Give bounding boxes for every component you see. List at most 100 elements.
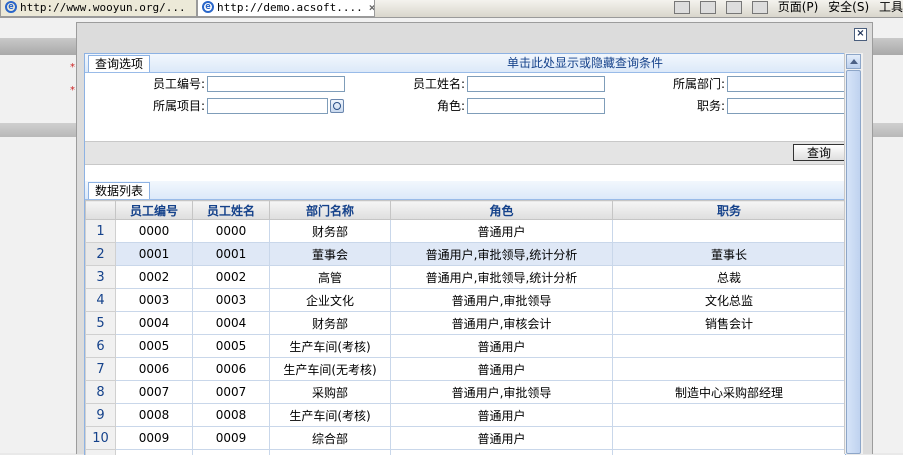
print-icon[interactable] [752,1,768,14]
role-cell: 普通用户 [391,335,613,358]
position-input[interactable] [727,98,846,114]
role-cell: 普通用户,审批领导,统计分析 [391,266,613,289]
department-cell: 生产车间(无考核) [270,358,391,381]
browser-tab-acsoft[interactable]: ehttp://demo.acsoft....× [197,0,375,17]
role-cell: 普通用户,审核会计 [391,312,613,335]
employee-name-cell: 0004 [193,312,270,335]
position-cell: 制造中心采购部经理 [613,381,846,404]
table-row[interactable]: 1100100010安防事业技术部普通用户 [86,450,846,455]
role-cell: 普通用户,审批领导 [391,381,613,404]
dialog-close-button[interactable]: × [854,28,867,41]
table-row[interactable]: 800070007采购部普通用户,审批领导制造中心采购部经理 [86,381,846,404]
project-label: 所属项目: [105,98,205,114]
department-cell: 生产车间(考核) [270,335,391,358]
position-cell [613,335,846,358]
role-cell: 普通用户 [391,450,613,455]
close-tab-icon[interactable]: × [369,0,375,16]
browser-tab-wooyun[interactable]: ehttp://www.wooyun.org/... [0,0,197,17]
position-cell: 总裁 [613,266,846,289]
table-row[interactable]: 1000090009综合部普通用户 [86,427,846,450]
employee-name-cell: 0001 [193,243,270,266]
employee-id-cell: 0003 [116,289,193,312]
scroll-up-arrow-icon[interactable] [846,54,861,69]
tab-title: http://www.wooyun.org/... [20,1,186,14]
home-icon[interactable] [674,1,690,14]
query-options-tab[interactable]: 查询选项 [88,55,150,72]
department-cell: 董事会 [270,243,391,266]
tools-menu[interactable]: 工具 [879,0,903,14]
employee-grid: 员工编号员工姓名部门名称角色职务 100000000财务部普通用户2000100… [85,200,846,455]
position-cell: 文化总监 [613,289,846,312]
employee-id-cell: 0009 [116,427,193,450]
position-cell [613,427,846,450]
employee-name-cell: 0010 [193,450,270,455]
tab-title: http://demo.acsoft.... [217,1,363,14]
browser-tab-strip: ehttp://www.wooyun.org/... e http://demo.… [0,0,903,18]
background-marker: * [70,85,75,96]
row-number: 10 [86,427,116,450]
employee-id-label: 员工编号: [105,76,205,92]
dialog-content: 查询选项 单击此处显示或隐藏查询条件 员工编号: 员工姓名: 所属部门: 所属项… [84,53,846,455]
table-row[interactable]: 400030003企业文化普通用户,审批领导文化总监 [86,289,846,312]
row-number: 3 [86,266,116,289]
role-cell: 普通用户 [391,220,613,243]
table-row[interactable]: 500040004财务部普通用户,审核会计销售会计 [86,312,846,335]
department-cell: 安防事业技术部 [270,450,391,455]
table-row[interactable]: 100000000财务部普通用户 [86,220,846,243]
data-panel-header: 数据列表 [85,181,845,200]
table-row[interactable]: 600050005生产车间(考核)普通用户 [86,335,846,358]
row-number: 9 [86,404,116,427]
role-cell: 普通用户,审批领导 [391,289,613,312]
department-header[interactable]: 部门名称 [270,201,391,220]
project-input[interactable] [207,98,328,114]
employee-id-header[interactable]: 员工编号 [116,201,193,220]
project-lookup-icon[interactable] [330,99,344,113]
position-cell [613,450,846,455]
role-input[interactable] [467,98,605,114]
employee-id-cell: 0000 [116,220,193,243]
employee-id-cell: 0006 [116,358,193,381]
position-cell: 董事长 [613,243,846,266]
table-row[interactable]: 900080008生产车间(考核)普通用户 [86,404,846,427]
employee-id-cell: 0005 [116,335,193,358]
employee-name-header[interactable]: 员工姓名 [193,201,270,220]
position-cell [613,220,846,243]
employee-id-input[interactable] [207,76,345,92]
position-cell: 销售会计 [613,312,846,335]
department-input[interactable] [727,76,846,92]
data-list-tab[interactable]: 数据列表 [88,182,150,199]
feeds-icon[interactable] [700,1,716,14]
row-number: 4 [86,289,116,312]
vertical-scrollbar[interactable] [844,53,863,454]
row-number: 2 [86,243,116,266]
position-header[interactable]: 职务 [613,201,846,220]
table-row[interactable]: 700060006生产车间(无考核)普通用户 [86,358,846,381]
position-cell [613,358,846,381]
employee-name-cell: 0008 [193,404,270,427]
department-cell: 综合部 [270,427,391,450]
table-row[interactable]: 200010001董事会普通用户,审批领导,统计分析董事长 [86,243,846,266]
toggle-query-conditions[interactable]: 单击此处显示或隐藏查询条件 [507,55,663,71]
background-marker: * [70,62,75,73]
scroll-thumb[interactable] [846,70,861,454]
department-cell: 财务部 [270,220,391,243]
employee-name-cell: 0000 [193,220,270,243]
employee-id-cell: 0010 [116,450,193,455]
employee-id-cell: 0001 [116,243,193,266]
row-number-header [86,201,116,220]
role-header[interactable]: 角色 [391,201,613,220]
query-footer-bar: 查询 [85,141,845,165]
ie-page-icon: e [5,1,17,13]
mail-icon[interactable] [726,1,742,14]
employee-name-cell: 0005 [193,335,270,358]
safety-menu[interactable]: 安全(S) [828,0,869,14]
employee-id-cell: 0007 [116,381,193,404]
query-button[interactable]: 查询 [793,144,845,161]
employee-id-cell: 0004 [116,312,193,335]
table-row[interactable]: 300020002高管普通用户,审批领导,统计分析总裁 [86,266,846,289]
employee-name-input[interactable] [467,76,605,92]
position-cell [613,404,846,427]
page-menu[interactable]: 页面(P) [778,0,819,14]
row-number: 7 [86,358,116,381]
row-number: 5 [86,312,116,335]
